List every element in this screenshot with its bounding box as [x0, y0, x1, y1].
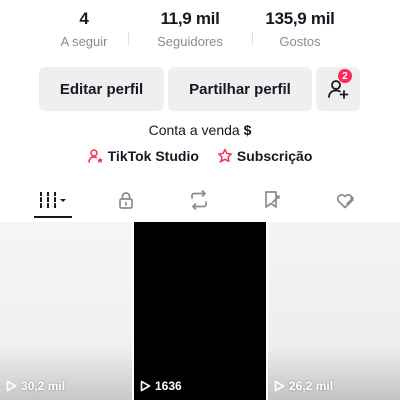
view-count-value: 30,2 mil	[21, 379, 66, 393]
repost-icon	[191, 190, 207, 210]
stat-followers-value: 11,9 mil	[160, 9, 220, 28]
tab-videos[interactable]	[17, 182, 89, 218]
active-tab-indicator	[34, 216, 72, 218]
heart-icon	[336, 194, 354, 209]
bookmark-icon	[265, 191, 280, 208]
tiktok-studio-label: TikTok Studio	[107, 148, 199, 164]
stat-followers[interactable]: 11,9 mil Seguidores	[128, 8, 252, 58]
tab-private[interactable]	[90, 182, 162, 218]
play-icon	[6, 380, 17, 392]
share-profile-button[interactable]: Partilhar perfil	[168, 67, 312, 111]
tab-liked[interactable]	[309, 182, 381, 218]
edit-profile-button[interactable]: Editar perfil	[39, 67, 164, 111]
stat-following-value: 4	[79, 9, 89, 28]
profile-tabs	[0, 182, 400, 218]
profile-links: TikTok Studio Subscrição	[0, 148, 400, 164]
dollar-sign-icon: $	[243, 122, 252, 138]
view-count: 26,2 mil	[273, 379, 333, 393]
star-shield-icon	[217, 148, 232, 163]
stat-divider	[252, 32, 253, 46]
edit-profile-label: Editar perfil	[59, 80, 144, 98]
play-icon	[140, 380, 151, 392]
stat-likes-label: Gostos	[279, 34, 321, 49]
video-thumbnail[interactable]: 1636	[134, 222, 266, 400]
profile-stats: 4 A seguir 11,9 mil Seguidores 135,9 mil…	[40, 8, 370, 58]
bio-text: Conta a venda	[148, 122, 240, 138]
notification-badge: 2	[338, 69, 352, 83]
stat-likes[interactable]: 135,9 mil Gostos	[252, 8, 348, 58]
tab-favorites[interactable]	[236, 182, 308, 218]
stat-divider	[128, 32, 129, 46]
view-count-value: 26,2 mil	[289, 379, 334, 393]
stat-likes-value: 135,9 mil	[265, 9, 335, 28]
add-friends-button[interactable]: 2	[316, 67, 360, 111]
video-thumbnail[interactable]: 26,2 mil	[268, 222, 400, 400]
grid-icon	[40, 192, 66, 208]
play-icon	[274, 380, 285, 392]
video-thumbnail[interactable]: 30,2 mil	[0, 222, 132, 400]
profile-bio: Conta a venda $	[0, 121, 400, 139]
view-count-value: 1636	[155, 379, 182, 393]
lock-icon	[119, 192, 133, 209]
stat-followers-label: Seguidores	[157, 34, 223, 49]
subscription-link[interactable]: Subscrição	[217, 148, 312, 164]
tiktok-studio-link[interactable]: TikTok Studio	[87, 148, 199, 164]
subscription-label: Subscrição	[236, 148, 313, 164]
person-star-icon	[87, 149, 103, 163]
stat-following-label: A seguir	[60, 34, 108, 49]
stat-following[interactable]: 4 A seguir	[40, 8, 128, 58]
video-grid: 30,2 mil 1636 26,2 mil	[0, 222, 400, 400]
share-profile-label: Partilhar perfil	[189, 80, 291, 98]
view-count: 30,2 mil	[5, 379, 65, 393]
tab-reposts[interactable]	[163, 182, 235, 218]
view-count: 1636	[139, 379, 182, 393]
